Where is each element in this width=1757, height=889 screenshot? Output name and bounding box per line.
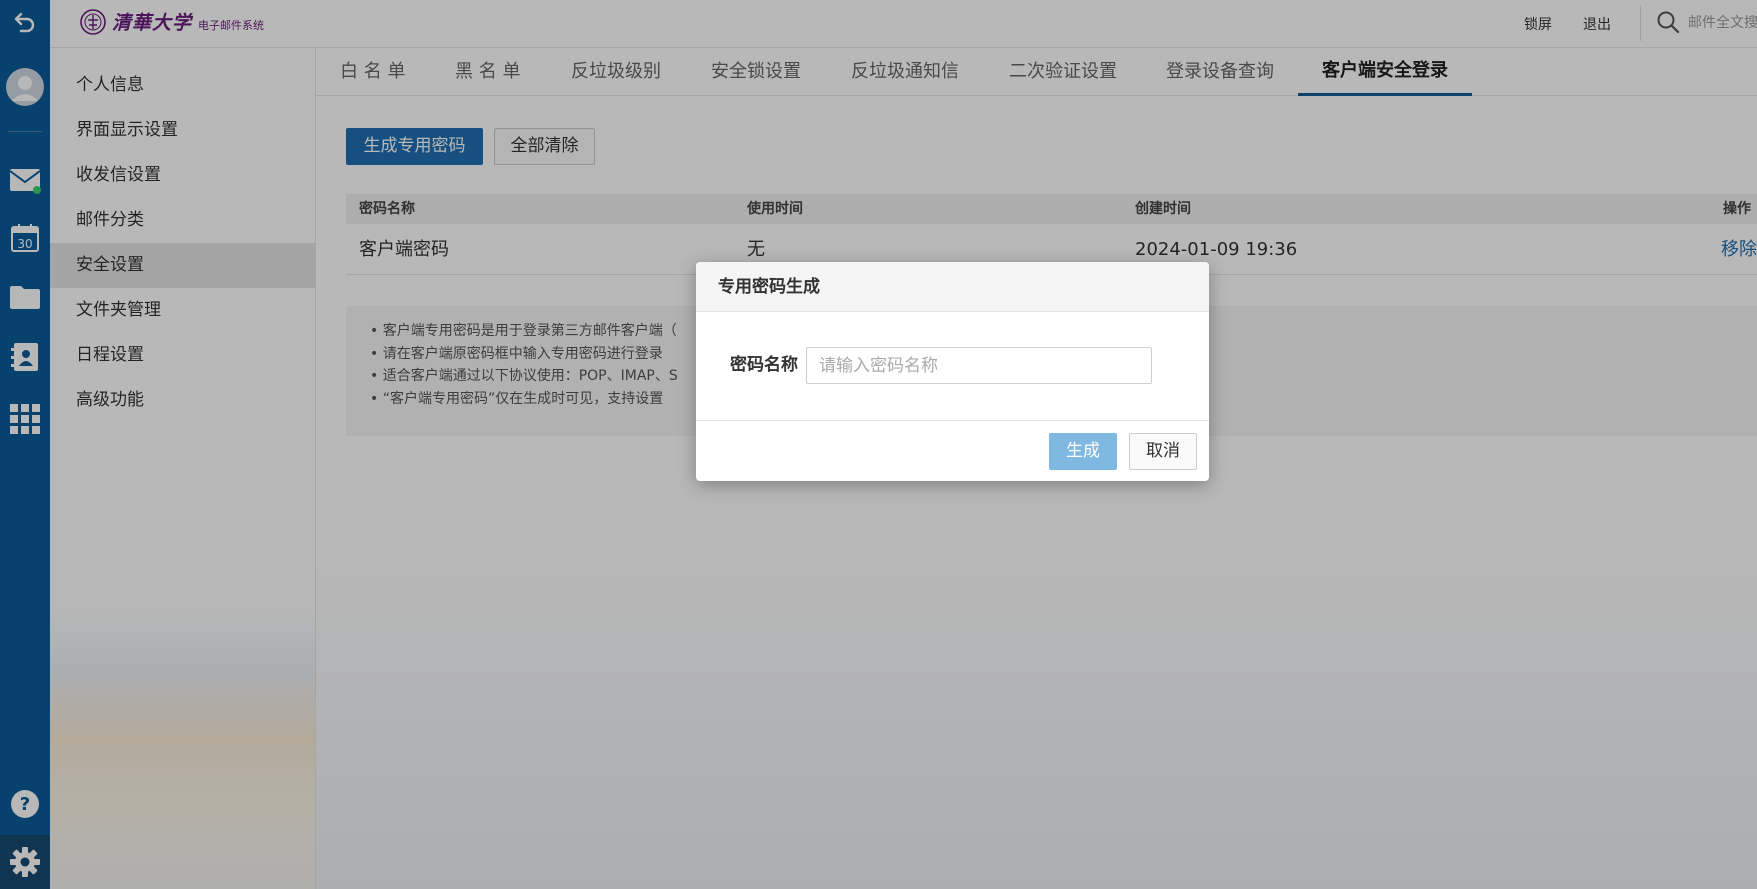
password-name-label: 密码名称 [730, 355, 798, 375]
password-name-input[interactable] [806, 347, 1152, 384]
cancel-button[interactable]: 取消 [1129, 433, 1197, 470]
generate-button[interactable]: 生成 [1049, 433, 1117, 470]
generate-password-dialog: 专用密码生成 密码名称 生成 取消 [696, 262, 1209, 481]
dialog-footer-divider [696, 420, 1209, 421]
dialog-header: 专用密码生成 [696, 262, 1209, 312]
dialog-title: 专用密码生成 [718, 277, 820, 297]
